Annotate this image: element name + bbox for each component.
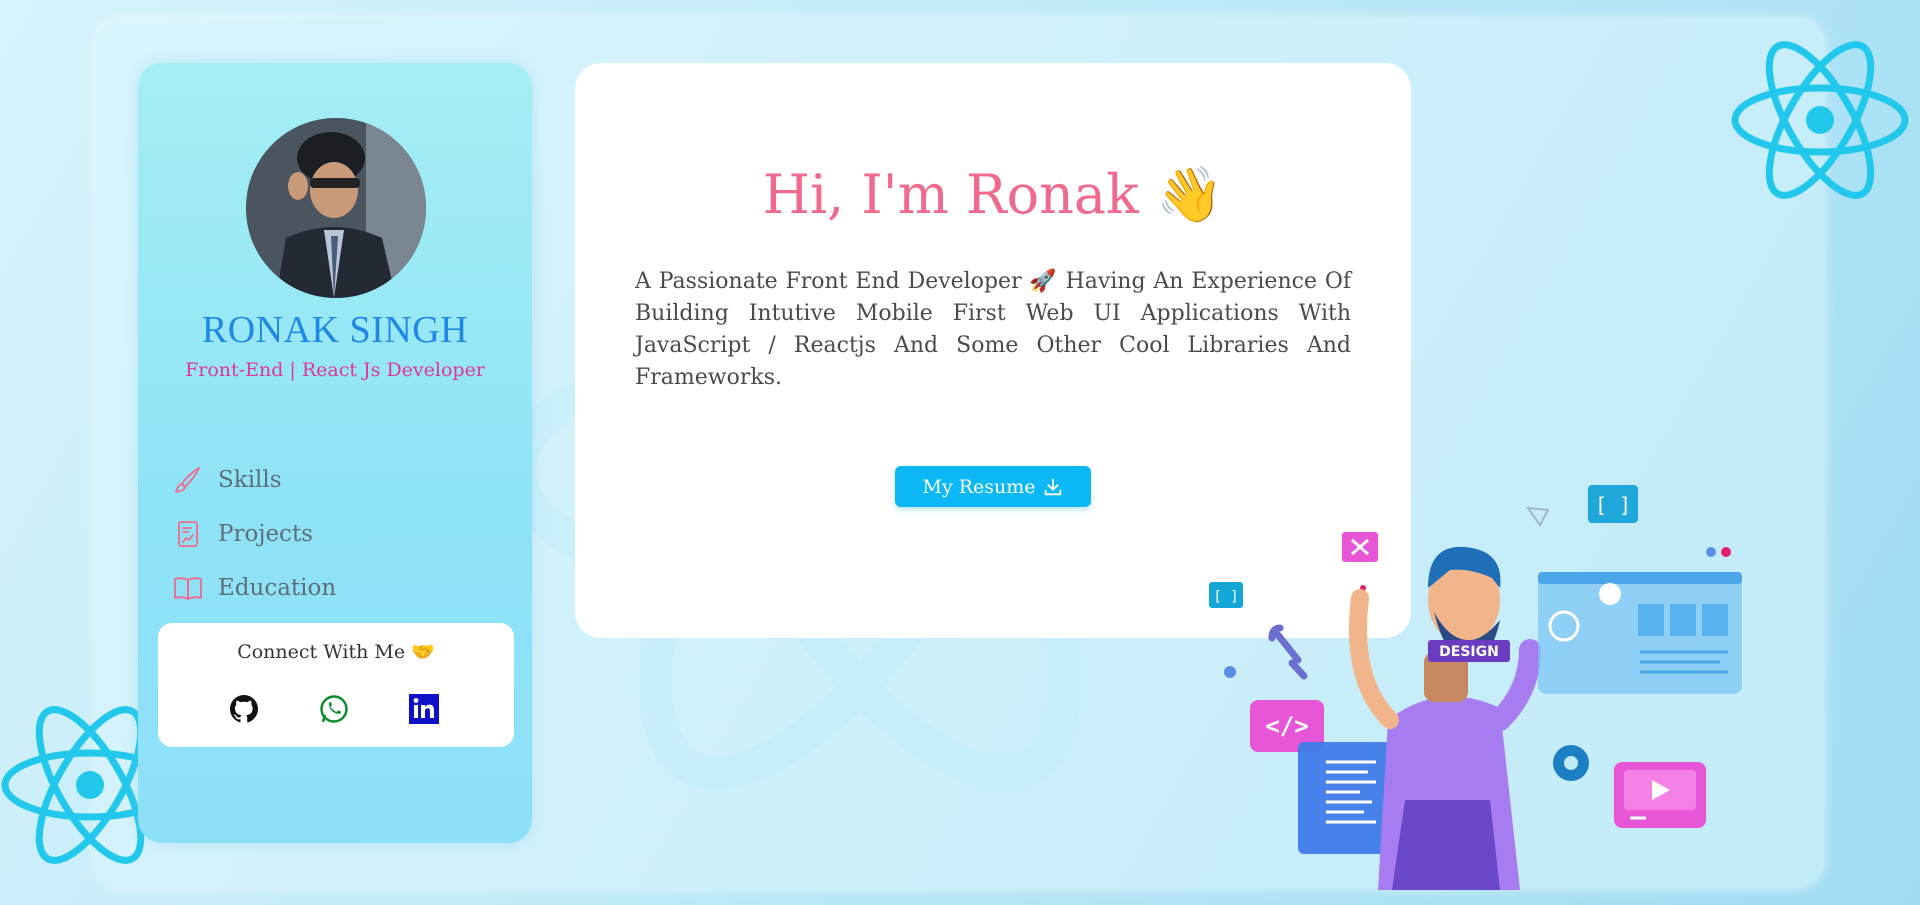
github-icon[interactable] xyxy=(228,693,260,725)
react-logo-icon xyxy=(1731,41,1909,199)
profile-name: RONAK SINGH xyxy=(201,309,469,351)
profile-sidebar: RONAK SINGH Front-End | React Js Develop… xyxy=(138,63,532,843)
sidebar-item-label: Projects xyxy=(218,521,313,547)
sidebar-item-projects[interactable]: Projects xyxy=(172,507,336,561)
resume-button-label: My Resume xyxy=(922,475,1036,498)
resume-button[interactable]: My Resume xyxy=(895,466,1091,507)
shirt-text: DESIGN xyxy=(1439,644,1499,660)
whatsapp-icon[interactable] xyxy=(318,693,350,725)
download-icon xyxy=(1044,478,1061,495)
sidebar-nav: Skills Projects Education xyxy=(172,453,336,615)
profile-role: Front-End | React Js Developer xyxy=(185,359,485,381)
svg-text:[ ]: [ ] xyxy=(1595,493,1631,517)
sidebar-item-label: Education xyxy=(218,575,337,601)
hero-bio: A Passionate Front End Developer 🚀 Havin… xyxy=(635,269,1351,390)
sidebar-item-label: Skills xyxy=(218,467,282,493)
connect-card: Connect With Me 🤝 xyxy=(158,623,514,747)
sidebar-item-education[interactable]: Education xyxy=(172,561,336,615)
svg-text:[ ]: [ ] xyxy=(1213,589,1238,605)
avatar xyxy=(246,118,426,298)
connect-title: Connect With Me 🤝 xyxy=(237,641,435,663)
profile-photo-icon xyxy=(246,118,426,298)
sidebar-item-skills[interactable]: Skills xyxy=(172,453,336,507)
developer-illustration: [ ] [ ] </> DESIGN xyxy=(1209,485,1742,890)
brush-icon xyxy=(175,467,200,493)
hero-greeting: Hi, I'm Ronak 👋 xyxy=(762,163,1224,226)
linkedin-icon[interactable] xyxy=(408,693,440,725)
book-icon xyxy=(174,577,202,600)
document-icon xyxy=(178,521,198,547)
svg-text:</>: </> xyxy=(1265,712,1308,740)
